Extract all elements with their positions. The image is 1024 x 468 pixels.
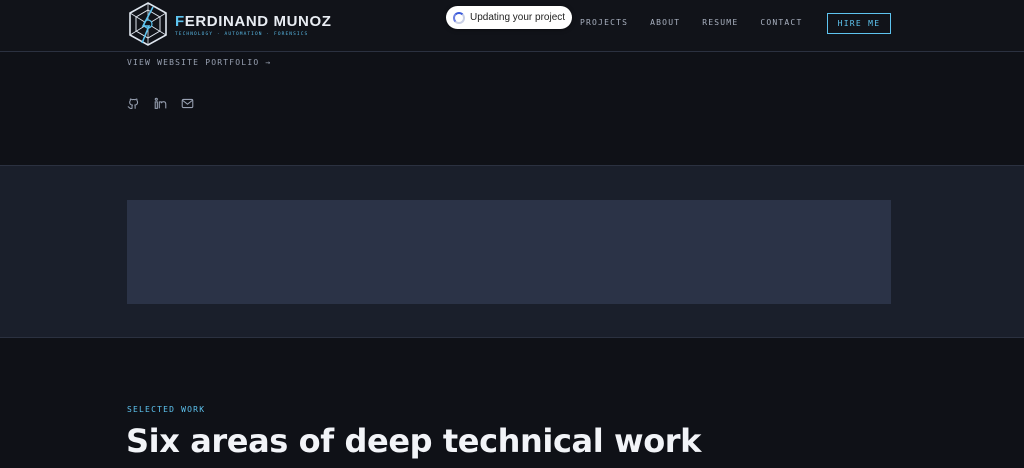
brand[interactable]: FERDINAND MUNOZ TECHNOLOGY · AUTOMATION … bbox=[175, 13, 332, 37]
section-eyebrow: SELECTED WORK bbox=[127, 405, 206, 414]
brand-tagline: TECHNOLOGY · AUTOMATION · FORENSICS bbox=[175, 32, 309, 37]
update-toast: Updating your project bbox=[446, 6, 572, 29]
hire-me-button[interactable]: HIRE ME bbox=[827, 13, 891, 34]
brand-name: FERDINAND MUNOZ bbox=[175, 13, 332, 31]
nav-projects[interactable]: PROJECTS bbox=[580, 18, 628, 27]
view-portfolio-link[interactable]: VIEW WEBSITE PORTFOLIO → bbox=[127, 58, 271, 67]
toast-text: Updating your project bbox=[470, 12, 566, 23]
media-band bbox=[0, 165, 1024, 338]
media-placeholder bbox=[127, 200, 891, 304]
main-nav: PROJECTS ABOUT RESUME CONTACT bbox=[580, 18, 824, 27]
section-headline: Six areas of deep technical work bbox=[126, 422, 702, 460]
brand-initial: F bbox=[175, 13, 185, 30]
nav-contact[interactable]: CONTACT bbox=[760, 18, 802, 27]
hexagon-logo-icon[interactable] bbox=[127, 1, 169, 47]
linkedin-icon[interactable] bbox=[154, 97, 167, 110]
social-links bbox=[127, 97, 208, 110]
nav-about[interactable]: ABOUT bbox=[650, 18, 680, 27]
mail-icon[interactable] bbox=[181, 97, 194, 110]
spinner-icon bbox=[453, 11, 465, 24]
github-icon[interactable] bbox=[127, 97, 140, 110]
nav-resume[interactable]: RESUME bbox=[702, 18, 738, 27]
brand-name-rest: ERDINAND MUNOZ bbox=[184, 13, 332, 30]
